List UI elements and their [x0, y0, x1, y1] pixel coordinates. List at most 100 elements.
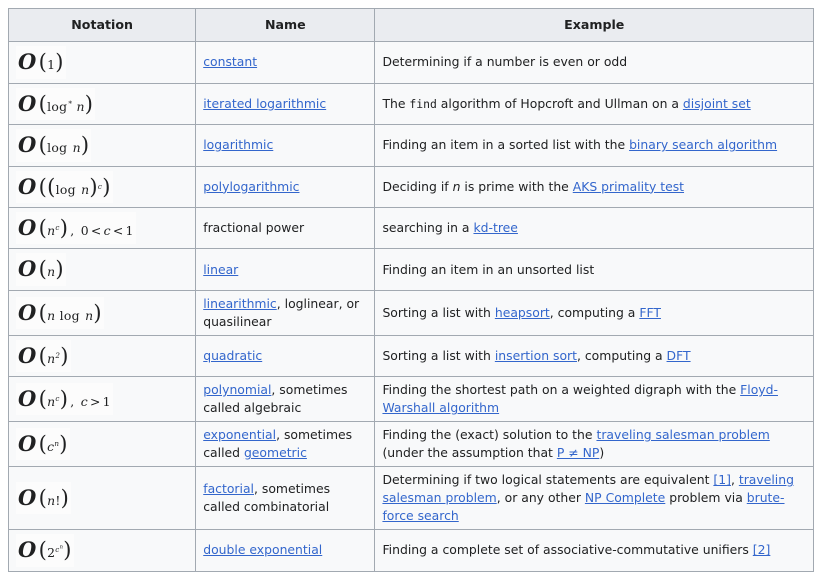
- plain-text: , computing a: [576, 348, 667, 364]
- wiki-link[interactable]: AKS primality test: [573, 179, 684, 194]
- example-cell: Finding an item in an unsorted list: [374, 248, 814, 291]
- example-cell: Finding a complete set of associative-co…: [374, 529, 814, 572]
- notation-cell: O(nc), c >1: [7, 376, 197, 423]
- table-row: O(nc), 0 < c <1 fractional power searching …: [7, 206, 814, 250]
- example-cell: searching in a kd-tree: [374, 206, 814, 250]
- example-cell: Finding an item in a sorted list with th…: [374, 124, 814, 167]
- plain-text: , or any other: [496, 490, 585, 506]
- example-cell: Finding the shortest path on a weighted …: [374, 376, 814, 423]
- notation-cell: O(1): [7, 41, 197, 84]
- example-cell: Determining if a number is even or odd: [374, 41, 814, 84]
- plain-text: (under the assumption that: [382, 445, 557, 461]
- name-cell: exponential, sometimes called geometric: [195, 421, 376, 468]
- wiki-link[interactable]: NP Complete: [585, 490, 665, 505]
- wiki-link[interactable]: logarithmic: [203, 137, 273, 152]
- plain-text: Finding the (exact) solution to the: [382, 427, 597, 443]
- plain-text: The: [382, 95, 410, 111]
- example-cell: Finding the (exact) solution to the trav…: [374, 421, 814, 468]
- plain-text: is prime with the: [460, 178, 573, 194]
- wiki-link[interactable]: exponential: [203, 427, 276, 442]
- wiki-link[interactable]: linearithmic: [203, 296, 277, 311]
- plain-text: Sorting a list with: [382, 304, 495, 320]
- page-container: Notation Name Example O(1) constant Dete…: [0, 0, 822, 572]
- example-cell: Determining if two logical statements ar…: [374, 466, 814, 531]
- wiki-link[interactable]: binary search algorithm: [629, 137, 777, 152]
- notation-cell: O(log n): [7, 124, 197, 167]
- wiki-link[interactable]: iterated logarithmic: [203, 96, 326, 111]
- notation-cell: O(n2): [7, 334, 197, 378]
- notation-cell: O(n!): [7, 466, 197, 531]
- column-header-example: Example: [374, 7, 814, 43]
- plain-text: Finding an item in an unsorted list: [382, 261, 595, 277]
- wiki-link[interactable]: constant: [203, 54, 257, 69]
- table-row: O((log n)c) polylogarithmic Deciding if …: [7, 165, 814, 209]
- plain-text: Determining if two logical statements ar…: [382, 472, 714, 488]
- plain-text: , computing a: [549, 304, 640, 320]
- wiki-link[interactable]: polynomial: [203, 382, 271, 397]
- wiki-link[interactable]: kd-tree: [473, 220, 517, 235]
- plain-text: Finding the shortest path on a weighted …: [382, 382, 741, 398]
- table-row: O(n2) quadratic Sorting a list with inse…: [7, 334, 814, 378]
- table-row: O(log* n) iterated logarithmic The find …: [7, 82, 814, 126]
- notation-cell: O(nc), 0 < c <1: [7, 206, 197, 250]
- name-cell: fractional power: [195, 206, 376, 250]
- inline-code: find: [409, 96, 437, 111]
- wiki-link[interactable]: geometric: [244, 445, 307, 460]
- table-row: O(cn) exponential, sometimes called geom…: [7, 421, 814, 468]
- name-cell: double exponential: [195, 529, 376, 572]
- wiki-link[interactable]: factorial: [203, 481, 254, 496]
- name-cell: quadratic: [195, 334, 376, 378]
- table-header: Notation Name Example: [7, 7, 814, 43]
- table-row: O(n log n) linearithmic, loglinear, or q…: [7, 289, 814, 336]
- plain-text: ,: [730, 472, 739, 488]
- wiki-link[interactable]: insertion sort: [495, 348, 577, 363]
- example-cell: Sorting a list with insertion sort, comp…: [374, 334, 814, 378]
- example-cell: The find algorithm of Hopcroft and Ullma…: [374, 82, 814, 126]
- plain-text: problem via: [665, 490, 747, 506]
- wiki-link[interactable]: heapsort: [495, 305, 550, 320]
- plain-text: Sorting a list with: [382, 348, 495, 364]
- notation-cell: O(n): [7, 248, 197, 291]
- wiki-link[interactable]: polylogarithmic: [203, 179, 299, 194]
- plain-text: searching in a: [382, 220, 474, 236]
- table-row: O(n) linear Finding an item in an unsort…: [7, 248, 814, 291]
- plain-text: Finding a complete set of associative-co…: [382, 542, 753, 558]
- table-row: O(2cn) double exponential Finding a comp…: [7, 529, 814, 572]
- wiki-link[interactable]: P ≠ NP: [557, 445, 599, 460]
- wiki-link[interactable]: double exponential: [203, 542, 322, 557]
- name-cell: iterated logarithmic: [195, 82, 376, 126]
- name-cell: linearithmic, loglinear, or quasilinear: [195, 289, 376, 336]
- wiki-link[interactable]: FFT: [639, 305, 661, 320]
- table-row: O(nc), c >1 polynomial, sometimes called …: [7, 376, 814, 423]
- name-cell: polynomial, sometimes called algebraic: [195, 376, 376, 423]
- example-cell: Deciding if n is prime with the AKS prim…: [374, 165, 814, 209]
- wiki-link[interactable]: [1]: [713, 472, 731, 487]
- plain-text: algorithm of Hopcroft and Ullman on a: [436, 95, 683, 111]
- name-cell: linear: [195, 248, 376, 291]
- wiki-link[interactable]: linear: [203, 262, 238, 277]
- wiki-link[interactable]: DFT: [667, 348, 691, 363]
- plain-text: fractional power: [203, 220, 305, 236]
- table-row: O(n!) factorial, sometimes called combin…: [7, 466, 814, 531]
- wiki-link[interactable]: traveling salesman problem: [596, 427, 769, 442]
- table-row: O(1) constant Determining if a number is…: [7, 41, 814, 84]
- big-o-complexity-table: Notation Name Example O(1) constant Dete…: [7, 7, 814, 572]
- plain-text: Deciding if: [382, 178, 453, 194]
- example-cell: Sorting a list with heapsort, computing …: [374, 289, 814, 336]
- notation-cell: O(n log n): [7, 289, 197, 336]
- wiki-link[interactable]: disjoint set: [683, 96, 751, 111]
- table-row: O(log n) logarithmic Finding an item in …: [7, 124, 814, 167]
- name-cell: polylogarithmic: [195, 165, 376, 209]
- plain-text: Determining if a number is even or odd: [382, 54, 628, 70]
- table-header-row: Notation Name Example: [7, 7, 814, 43]
- notation-cell: O(log* n): [7, 82, 197, 126]
- wiki-link[interactable]: quadratic: [203, 348, 262, 363]
- notation-cell: O(cn): [7, 421, 197, 468]
- plain-text: Finding an item in a sorted list with th…: [382, 137, 630, 153]
- name-cell: logarithmic: [195, 124, 376, 167]
- notation-cell: O((log n)c): [7, 165, 197, 209]
- table-body: O(1) constant Determining if a number is…: [7, 41, 814, 572]
- notation-cell: O(2cn): [7, 529, 197, 572]
- column-header-name: Name: [195, 7, 376, 43]
- wiki-link[interactable]: [2]: [753, 542, 771, 557]
